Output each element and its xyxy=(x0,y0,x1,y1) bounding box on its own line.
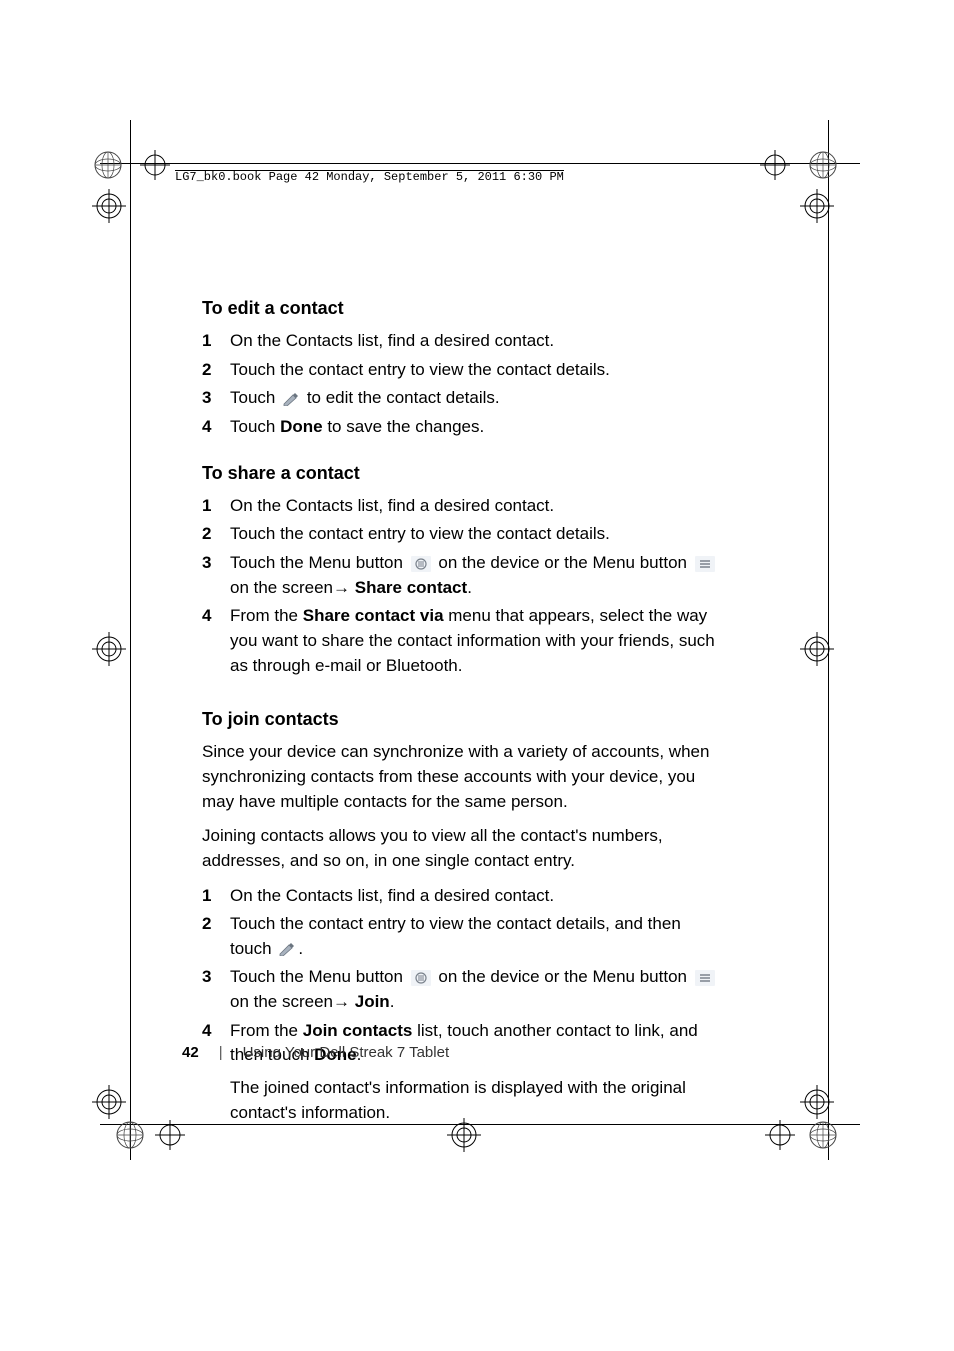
step-number: 2 xyxy=(202,912,230,937)
pencil-icon xyxy=(282,392,300,406)
arrow-icon: → xyxy=(333,992,355,1011)
step-text-post: to edit the contact details. xyxy=(307,388,500,407)
section-title-join: To join contacts xyxy=(202,706,722,732)
menu-hardware-icon xyxy=(411,970,431,986)
step-number: 4 xyxy=(202,415,230,440)
registration-mark-icon xyxy=(800,632,834,666)
footer-title: Using Your Dell Streak 7 Tablet xyxy=(243,1044,450,1061)
step-text-pre: From the xyxy=(230,606,303,625)
list-item: 1 On the Contacts list, find a desired c… xyxy=(202,884,722,909)
join-steps: 1 On the Contacts list, find a desired c… xyxy=(202,884,722,1126)
step-text: From the Share contact via menu that app… xyxy=(230,604,722,678)
step-number: 3 xyxy=(202,965,230,990)
list-item: 3 Touch the Menu button on the device or… xyxy=(202,965,722,1014)
step-number: 3 xyxy=(202,551,230,576)
registration-mark-icon xyxy=(800,189,834,223)
step-text-post: . xyxy=(298,939,303,958)
step-number: 4 xyxy=(202,604,230,629)
step-number: 4 xyxy=(202,1019,230,1044)
list-item: 2 Touch the contact entry to view the co… xyxy=(202,358,722,383)
step-number: 3 xyxy=(202,386,230,411)
step-text-part: on the screen xyxy=(230,992,333,1011)
list-item: 1 On the Contacts list, find a desired c… xyxy=(202,494,722,519)
step-text-part: Touch the Menu button xyxy=(230,967,408,986)
step-text: Touch the contact entry to view the cont… xyxy=(230,912,722,961)
step-text: Touch to edit the contact details. xyxy=(230,386,722,411)
corner-globe-icon xyxy=(93,150,123,180)
corner-reg-icon xyxy=(760,150,790,180)
print-header: LG7_bk0.book Page 42 Monday, September 5… xyxy=(175,170,564,183)
footer-separator: | xyxy=(219,1044,223,1061)
step-text: Touch Done to save the changes. xyxy=(230,415,722,440)
registration-mark-icon xyxy=(92,1085,126,1119)
step-text-pre: Touch xyxy=(230,417,280,436)
step-text: On the Contacts list, find a desired con… xyxy=(230,884,722,909)
corner-globe-icon xyxy=(808,150,838,180)
pencil-icon xyxy=(278,942,296,956)
corner-globe-icon xyxy=(808,1120,838,1150)
corner-reg-icon xyxy=(765,1120,795,1150)
corner-reg-icon xyxy=(155,1120,185,1150)
step-text: On the Contacts list, find a desired con… xyxy=(230,329,722,354)
list-item: 3 Touch to edit the contact details. xyxy=(202,386,722,411)
step-text: On the Contacts list, find a desired con… xyxy=(230,494,722,519)
page: LG7_bk0.book Page 42 Monday, September 5… xyxy=(0,0,954,1351)
list-item: 2 Touch the contact entry to view the co… xyxy=(202,522,722,547)
corner-globe-icon xyxy=(115,1120,145,1150)
list-item: 2 Touch the contact entry to view the co… xyxy=(202,912,722,961)
menu-software-icon xyxy=(695,556,715,572)
step-text-tail: . xyxy=(467,578,472,597)
step-text-pre: Touch xyxy=(230,388,280,407)
list-item: 3 Touch the Menu button on the device or… xyxy=(202,551,722,600)
share-steps: 1 On the Contacts list, find a desired c… xyxy=(202,494,722,678)
page-content: To edit a contact 1 On the Contacts list… xyxy=(202,295,722,1145)
list-item: 1 On the Contacts list, find a desired c… xyxy=(202,329,722,354)
list-item: 4 From the Share contact via menu that a… xyxy=(202,604,722,678)
registration-mark-icon xyxy=(92,632,126,666)
step-text-tail: . xyxy=(390,992,395,1011)
registration-mark-icon xyxy=(800,1085,834,1119)
join-intro-1: Since your device can synchronize with a… xyxy=(202,740,722,814)
list-item: 4 Touch Done to save the changes. xyxy=(202,415,722,440)
step-text-part: on the device or the Menu button xyxy=(438,967,691,986)
step-text-bold: Join contacts xyxy=(303,1021,413,1040)
registration-mark-icon xyxy=(92,189,126,223)
section-title-share: To share a contact xyxy=(202,460,722,486)
step-text-part: on the screen xyxy=(230,578,333,597)
list-item: 4 From the Join contacts list, touch ano… xyxy=(202,1019,722,1126)
arrow-icon: → xyxy=(333,578,355,597)
step-text: Touch the contact entry to view the cont… xyxy=(230,522,722,547)
step-number: 2 xyxy=(202,358,230,383)
step-text: From the Join contacts list, touch anoth… xyxy=(230,1019,722,1126)
edit-steps: 1 On the Contacts list, find a desired c… xyxy=(202,329,722,440)
step-text: Touch the Menu button on the device or t… xyxy=(230,965,722,1014)
step-text: Touch the Menu button on the device or t… xyxy=(230,551,722,600)
step-text-bold: Join xyxy=(355,992,390,1011)
step-text-part: on the device or the Menu button xyxy=(438,553,691,572)
step-text: Touch the contact entry to view the cont… xyxy=(230,358,722,383)
section-title-edit: To edit a contact xyxy=(202,295,722,321)
step-text-bold: Done xyxy=(280,417,323,436)
join-intro-2: Joining contacts allows you to view all … xyxy=(202,824,722,873)
step-text-pre: From the xyxy=(230,1021,303,1040)
step-text-part: Touch the Menu button xyxy=(230,553,408,572)
menu-software-icon xyxy=(695,970,715,986)
step-text-bold: Share contact via xyxy=(303,606,444,625)
step-number: 1 xyxy=(202,884,230,909)
step-number: 1 xyxy=(202,329,230,354)
page-number: 42 xyxy=(182,1044,199,1061)
step-number: 2 xyxy=(202,522,230,547)
page-footer: 42 | Using Your Dell Streak 7 Tablet xyxy=(182,1044,449,1061)
trim-line-top xyxy=(100,163,860,164)
corner-reg-icon xyxy=(140,150,170,180)
step-text-bold: Share contact xyxy=(355,578,467,597)
step-number: 1 xyxy=(202,494,230,519)
step-text-after: The joined contact's information is disp… xyxy=(230,1078,686,1122)
trim-line-left xyxy=(130,120,131,1160)
menu-hardware-icon xyxy=(411,556,431,572)
step-text-post: to save the changes. xyxy=(323,417,485,436)
